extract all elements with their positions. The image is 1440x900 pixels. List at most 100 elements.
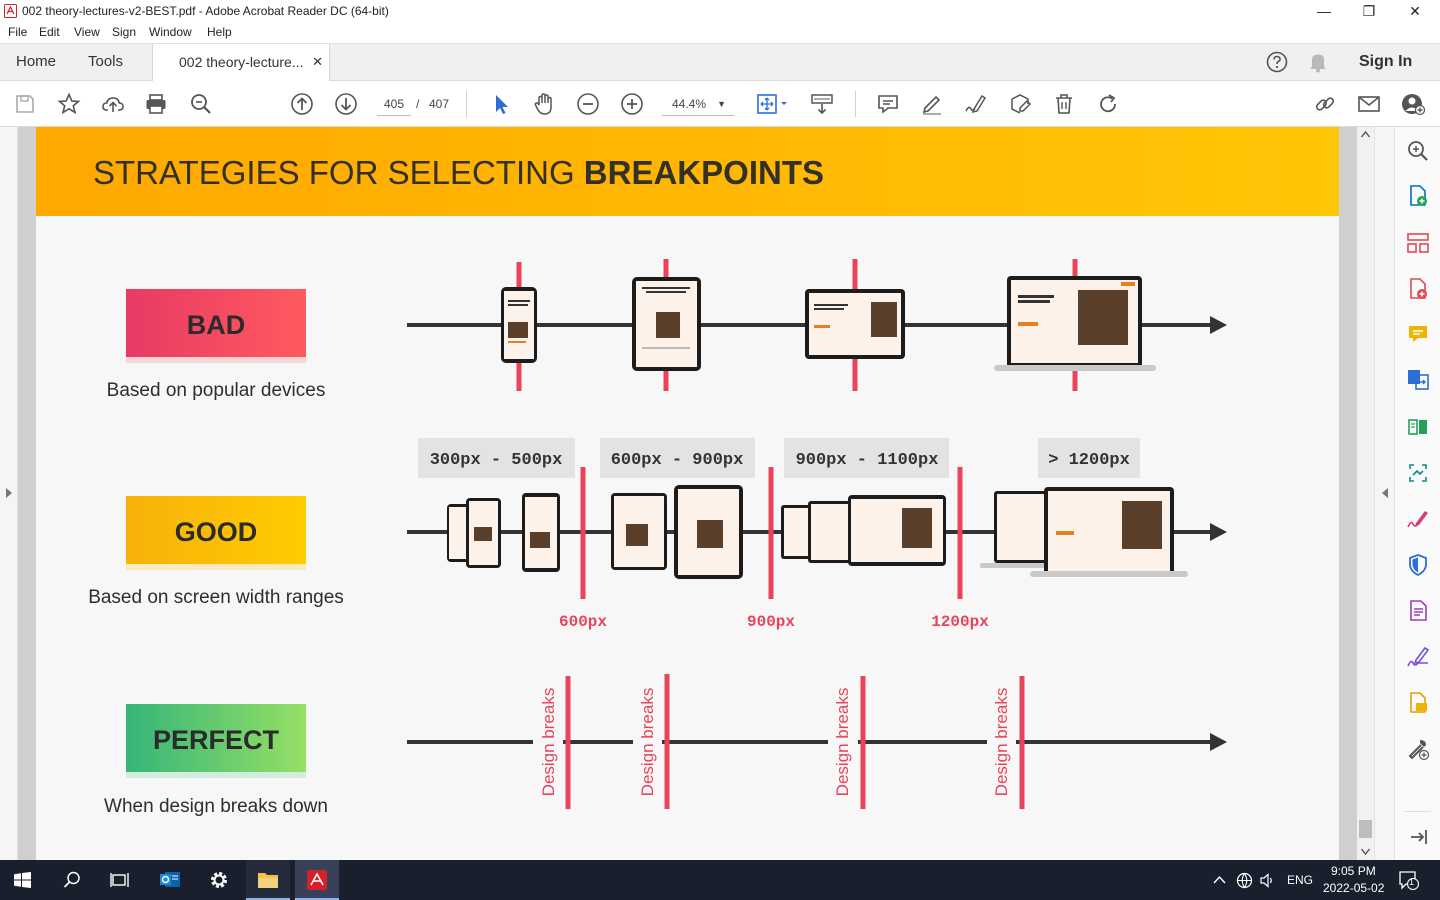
tab-tools[interactable]: Tools xyxy=(88,44,123,82)
menu-window[interactable]: Window xyxy=(149,25,192,39)
notification-count: 1 xyxy=(1409,877,1415,887)
title-bar: 002 theory-lectures-v2-BEST.pdf - Adobe … xyxy=(0,0,1440,22)
edit-document-icon[interactable] xyxy=(1008,92,1032,116)
help-icon[interactable] xyxy=(1266,51,1288,73)
close-tab-icon[interactable]: ✕ xyxy=(312,44,323,80)
timeline-arrowhead xyxy=(1210,316,1227,334)
file-explorer-app[interactable] xyxy=(246,860,290,900)
redo-icon[interactable] xyxy=(1096,92,1120,116)
clock-time[interactable]: 9:05 PM xyxy=(1331,864,1376,878)
tablets-group xyxy=(611,485,743,579)
clock-date[interactable]: 2022-05-02 xyxy=(1323,881,1384,895)
outlook-app-icon[interactable] xyxy=(159,870,181,890)
breakpoint-label: 900px xyxy=(747,613,795,631)
next-page-icon[interactable] xyxy=(334,92,358,116)
tab-bar: Home Tools 002 theory-lecture... ✕ Sign … xyxy=(0,43,1440,82)
document-viewer[interactable]: STRATEGIES FOR SELECTING BREAKPOINTS BAD… xyxy=(18,127,1357,860)
sign-in-button[interactable]: Sign In xyxy=(1359,44,1412,82)
add-user-icon[interactable] xyxy=(1401,92,1425,116)
send-for-comments-icon[interactable] xyxy=(1406,691,1430,715)
volume-speaker-icon[interactable] xyxy=(1259,872,1276,889)
upload-cloud-icon[interactable] xyxy=(101,92,125,116)
vertical-scrollbar[interactable] xyxy=(1357,127,1374,860)
task-view-icon[interactable] xyxy=(110,871,130,889)
input-language[interactable]: ENG xyxy=(1287,873,1313,887)
compare-files-icon[interactable] xyxy=(1406,415,1430,439)
fill-sign-tool-icon[interactable] xyxy=(1406,507,1430,531)
email-icon[interactable] xyxy=(1357,92,1381,116)
close-window-button[interactable]: ✕ xyxy=(1392,0,1438,22)
zoom-search-icon[interactable] xyxy=(189,92,213,116)
menu-edit[interactable]: Edit xyxy=(39,25,60,39)
delete-trash-icon[interactable] xyxy=(1052,92,1076,116)
organize-pages-icon[interactable] xyxy=(1406,231,1430,255)
zoom-dropdown-chevron-icon: ▼ xyxy=(717,99,726,109)
notifications-bell-icon[interactable] xyxy=(1308,51,1328,73)
pdf-page: STRATEGIES FOR SELECTING BREAKPOINTS BAD… xyxy=(36,127,1339,860)
scrolling-mode-icon[interactable] xyxy=(810,92,834,116)
menu-view[interactable]: View xyxy=(74,25,100,39)
windows-start-icon[interactable] xyxy=(14,872,31,888)
scroll-down-arrow-icon[interactable] xyxy=(1361,848,1370,855)
laptop-mockup xyxy=(994,276,1156,371)
caption-perfect: When design breaks down xyxy=(104,796,328,817)
range-label: 300px - 500px xyxy=(430,451,563,470)
menu-file[interactable]: File xyxy=(8,25,27,39)
settings-gear-icon[interactable] xyxy=(208,869,230,891)
breakpoint-label: 1200px xyxy=(931,613,989,631)
tablet-mockup xyxy=(632,277,701,371)
left-nav-panel[interactable] xyxy=(0,127,18,860)
timeline-arrowhead xyxy=(1210,523,1227,541)
show-hidden-icons-chevron-icon[interactable] xyxy=(1213,875,1226,884)
expand-left-panel-icon[interactable] xyxy=(5,487,13,499)
comment-icon[interactable] xyxy=(876,92,900,116)
scroll-thumb[interactable] xyxy=(1359,820,1372,838)
taskbar-search-icon[interactable] xyxy=(62,870,82,890)
bookmark-star-icon[interactable] xyxy=(57,92,81,116)
print-icon[interactable] xyxy=(144,92,168,116)
breakpoint-label: 600px xyxy=(559,613,607,631)
share-link-icon[interactable] xyxy=(1313,92,1337,116)
request-signatures-icon[interactable] xyxy=(1406,645,1430,669)
protect-shield-icon[interactable] xyxy=(1406,553,1430,577)
timeline-arrowhead xyxy=(1210,733,1227,751)
menu-help[interactable]: Help xyxy=(207,25,232,39)
menu-sign[interactable]: Sign xyxy=(112,25,136,39)
expand-right-pane-icon[interactable] xyxy=(1381,487,1389,499)
save-icon[interactable] xyxy=(13,92,37,116)
range-label: 600px - 900px xyxy=(611,451,744,470)
zoom-level-select[interactable]: 44.4% ▼ xyxy=(662,92,734,116)
zoom-in-icon[interactable] xyxy=(620,92,644,116)
row-bad: BAD Based on popular devices xyxy=(107,289,325,401)
design-break-label: Design breaks xyxy=(833,688,852,797)
right-pane-toggle[interactable] xyxy=(1374,127,1394,860)
search-zoom-tool-icon[interactable] xyxy=(1406,139,1430,163)
combine-files-icon[interactable] xyxy=(1406,367,1430,391)
highlighter-pen-icon[interactable] xyxy=(920,92,944,116)
zoom-value: 44.4% xyxy=(672,97,707,111)
previous-page-icon[interactable] xyxy=(290,92,314,116)
select-cursor-icon[interactable] xyxy=(489,92,513,116)
create-pdf-icon[interactable] xyxy=(1406,184,1430,208)
fill-sign-icon[interactable] xyxy=(964,92,988,116)
acrobat-taskbar-app[interactable] xyxy=(295,860,339,900)
toolbar-divider xyxy=(466,91,467,117)
hand-tool-icon[interactable] xyxy=(532,92,556,116)
collapse-tools-pane-icon[interactable] xyxy=(1406,825,1430,849)
zoom-out-icon[interactable] xyxy=(576,92,600,116)
more-tools-icon[interactable] xyxy=(1406,737,1430,761)
network-globe-icon[interactable] xyxy=(1236,872,1253,889)
minimize-button[interactable]: — xyxy=(1301,0,1347,22)
maximize-button[interactable]: ❐ xyxy=(1346,0,1392,22)
small-laptop-mockup xyxy=(805,289,905,359)
tab-home[interactable]: Home xyxy=(16,44,56,82)
comment-tool-icon[interactable] xyxy=(1406,322,1430,346)
scan-ocr-icon[interactable] xyxy=(1406,461,1430,485)
scroll-up-arrow-icon[interactable] xyxy=(1361,131,1370,138)
tab-document[interactable]: 002 theory-lecture... ✕ xyxy=(152,44,330,82)
prepare-form-icon[interactable] xyxy=(1406,599,1430,623)
small-laptops-group xyxy=(781,495,946,566)
page-number-input[interactable]: 405 xyxy=(377,92,411,116)
export-pdf-icon[interactable] xyxy=(1406,277,1430,301)
fit-page-icon[interactable] xyxy=(755,92,789,116)
